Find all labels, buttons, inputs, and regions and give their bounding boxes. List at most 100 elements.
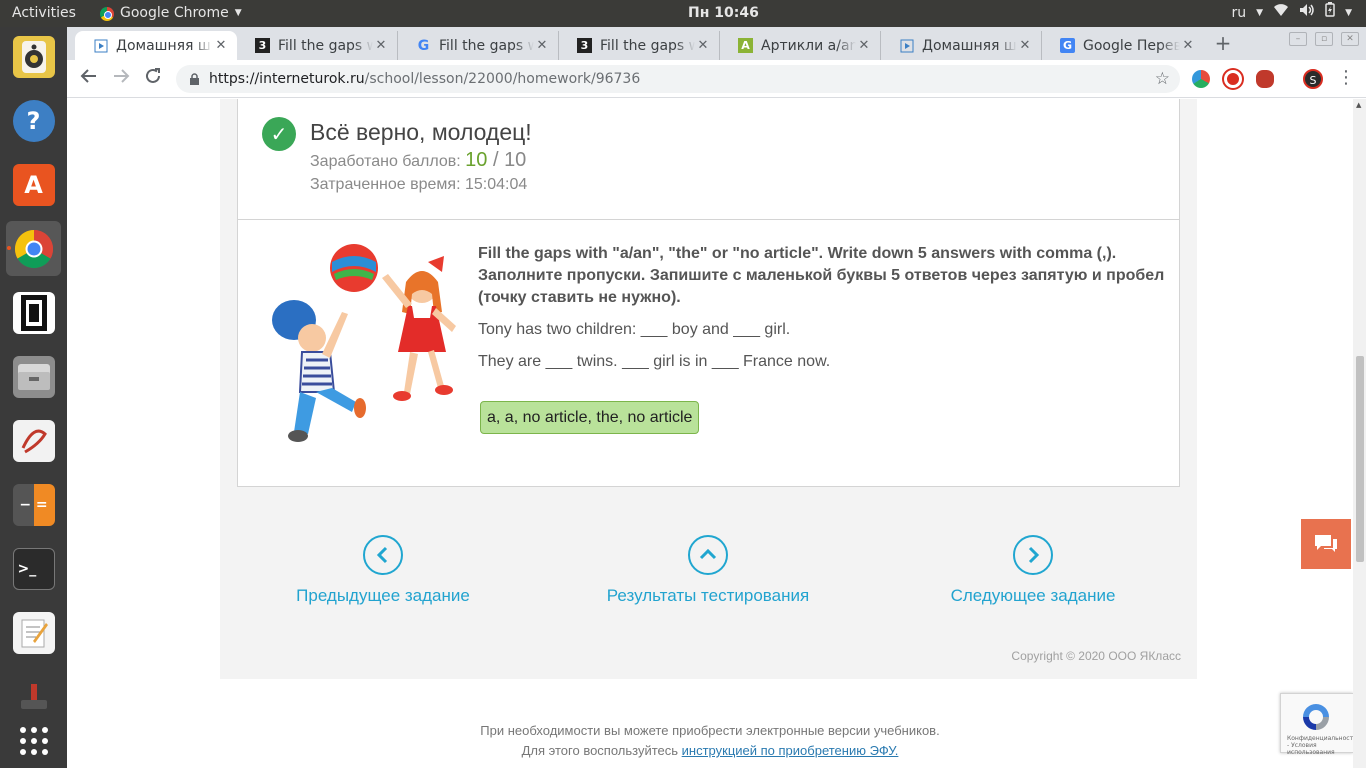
dock-terminal[interactable]: >_ [6,541,61,596]
prev-task-label: Предыдущее задание [296,586,470,605]
time-label: Затраченное время: [310,176,461,193]
close-icon[interactable]: ✕ [856,38,872,53]
show-apps-icon [13,720,55,762]
task-instruction: Fill the gaps with "a/an", "the" or "no … [478,245,1165,306]
close-window-button[interactable]: ✕ [1341,32,1359,46]
app-menu[interactable]: Google Chrome ▼ [100,0,242,27]
maximize-button[interactable]: ▫ [1315,32,1333,46]
footer-note: При необходимости вы можете приобрести э… [480,723,940,738]
prev-task-link[interactable]: Предыдущее задание [263,535,503,606]
tab-title: Fill the gaps w [600,37,695,54]
software-center-icon: A [12,163,55,206]
dock-text-editor[interactable] [6,605,61,660]
scroll-up-icon[interactable]: ▲ [1356,101,1361,109]
page-scrollbar[interactable]: ▲ [1353,99,1366,768]
dock-rhythmbox[interactable] [6,29,61,84]
tab[interactable]: 3 Fill the gaps w ✕ [237,31,398,60]
browser-toolbar: https://interneturok.ru/school/lesson/22… [67,60,1366,98]
close-icon[interactable]: ✕ [1017,38,1033,53]
adblock-icon[interactable] [1224,70,1242,88]
arrow-right-icon [114,69,130,83]
text-editor-icon [12,611,55,654]
lock-icon[interactable] [189,65,200,96]
keyboard-layout[interactable]: ru [1232,0,1247,27]
close-icon[interactable]: ✕ [695,38,711,53]
translate-icon: G [1060,38,1075,53]
profile-avatar[interactable]: S [1303,69,1323,89]
new-tab-button[interactable]: + [1211,32,1235,56]
chat-button[interactable] [1301,519,1351,569]
tab[interactable]: Домашняя ш ✕ [75,31,237,60]
tab[interactable]: 3 Fill the gaps w ✕ [559,31,720,60]
chevron-right-icon [1013,535,1053,575]
joystick-icon [13,676,55,718]
google-icon: G [417,37,430,54]
dock-chess[interactable] [6,285,61,340]
dock: ? A − = >_ [0,27,67,768]
play-doc-icon [899,38,914,53]
close-icon[interactable]: ✕ [373,38,389,53]
chat-icon [1315,535,1337,552]
score-got: 10 [465,149,488,171]
calculator-icon: − = [12,483,55,526]
dock-chrome[interactable] [6,221,61,276]
system-tray[interactable]: ru ▼ ▼ [1232,0,1352,27]
recaptcha-badge[interactable]: Конфиденциальность - Условия использован… [1280,693,1353,756]
extension-icon[interactable] [1192,70,1210,88]
menu-dots-icon[interactable]: ⋮ [1337,69,1355,87]
time-value: 15:04:04 [465,176,528,193]
app-menu-label: Google Chrome [120,5,229,21]
dock-show-applications[interactable] [6,713,61,768]
extension-icon[interactable] [1256,70,1274,88]
task-sentence: Tony has two children: ___ boy and ___ g… [478,321,791,338]
volume-icon [1299,0,1315,27]
chess-icon [12,291,55,334]
dock-files[interactable] [6,349,61,404]
test-results-link[interactable]: Результаты тестирования [588,535,828,606]
tab[interactable]: G Google Перев ✕ [1042,31,1204,60]
tab[interactable]: G Fill the gaps w ✕ [398,31,559,60]
znanija-icon: 3 [577,38,592,53]
recaptcha-text[interactable]: Конфиденциальность - Условия использован… [1287,735,1353,756]
play-doc-icon [93,38,108,53]
back-button[interactable] [77,67,101,91]
result-header: ✓ Всё верно, молодец! Заработано баллов:… [238,99,1179,220]
next-task-label: Следующее задание [950,586,1116,605]
tab[interactable]: Домашняя ш ✕ [881,31,1042,60]
battery-icon [1325,0,1335,27]
dock-help[interactable]: ? [6,93,61,148]
help-icon: ? [12,99,55,142]
reload-icon [146,68,160,83]
address-bar[interactable]: https://interneturok.ru/school/lesson/22… [176,65,1180,93]
result-card: ✓ Всё верно, молодец! Заработано баллов:… [237,99,1180,487]
close-icon[interactable]: ✕ [1180,38,1196,53]
tab-title: Fill the gaps w [439,37,534,54]
tab[interactable]: A Артикли a/an ✕ [720,31,881,60]
dock-software-center[interactable]: A [6,157,61,212]
scrollbar-thumb[interactable] [1356,356,1364,562]
close-icon[interactable]: ✕ [213,38,229,53]
terminal-icon: >_ [12,547,55,590]
copyright: Copyright © 2020 ООО ЯКласс [1011,649,1181,663]
tab-title: Домашняя ш [922,37,1017,54]
next-task-link[interactable]: Следующее задание [913,535,1153,606]
forward-button[interactable] [109,67,133,91]
efu-instruction-link[interactable]: инструкцией по приобретению ЭФУ. [682,743,899,758]
task-sentence: They are ___ twins. ___ girl is in ___ F… [478,353,831,370]
reload-button[interactable] [141,67,165,91]
dock-document-viewer[interactable] [6,413,61,468]
score-total: 10 [504,149,527,171]
minimize-button[interactable]: – [1289,32,1307,46]
dock-calculator[interactable]: − = [6,477,61,532]
url-host: https://interneturok.ru [209,71,365,87]
children-playing-illustration [272,242,458,444]
recaptcha-icon [1303,704,1329,730]
clock[interactable]: Пн 10:46 [688,0,759,27]
bookmark-star-icon[interactable]: ☆ [1155,65,1170,93]
score-separator: / [487,149,505,171]
activities-button[interactable]: Activities [12,0,76,27]
close-icon[interactable]: ✕ [534,38,550,53]
page-footer: При необходимости вы можете приобрести э… [67,679,1353,768]
chevron-down-icon: ▼ [1256,8,1264,18]
chevron-up-icon [688,535,728,575]
